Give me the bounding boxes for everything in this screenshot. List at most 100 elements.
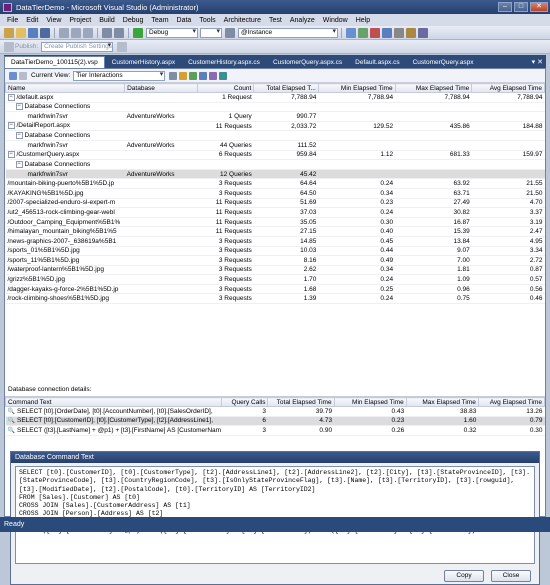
report-tool-icon-1[interactable]: [169, 71, 178, 80]
table-row[interactable]: − Database Connections: [5, 102, 545, 113]
table-row[interactable]: −/CustomerQuery.aspx 6 Requests 959.84 1.12…: [5, 150, 545, 161]
tab-5[interactable]: CustomerQuery.aspx: [407, 57, 480, 68]
menu-data[interactable]: Data: [173, 17, 196, 24]
new-project-icon[interactable]: [4, 27, 14, 38]
tab-2[interactable]: CustomerHistory.aspx.cs: [182, 57, 266, 68]
report-tool-icon-5[interactable]: [209, 71, 218, 80]
menu-view[interactable]: View: [42, 17, 65, 24]
table-row[interactable]: /2007-specialized-enduro-sl-expert-m 11 R…: [5, 198, 545, 209]
table-row[interactable]: /news-graphics-2007-_638619a%5B1 3 Reques…: [5, 236, 545, 247]
start-page-icon[interactable]: [394, 27, 404, 38]
table-row[interactable]: /dagger-kayaks-g-force-2%5B1%5D.jp 3 Requ…: [5, 284, 545, 295]
solution-explorer-icon[interactable]: [346, 27, 356, 38]
tab-overflow-icon[interactable]: ▾ ✕: [532, 57, 546, 68]
column-header[interactable]: Max Elapsed Time: [394, 83, 473, 93]
column-header[interactable]: Max Elapsed Time: [405, 397, 479, 407]
cut-icon[interactable]: [59, 27, 69, 38]
table-row[interactable]: markfrwin7svr AdventureWorks 1 Query 990.77: [5, 111, 545, 122]
current-view-select[interactable]: Tier Interactions: [73, 70, 166, 81]
column-header[interactable]: Count: [196, 83, 255, 93]
table-row[interactable]: 🔍 SELECT [t0].[CustomerID], [t0].[Custome…: [5, 416, 545, 426]
column-header[interactable]: Query Calls: [221, 397, 269, 407]
properties-icon[interactable]: [358, 27, 368, 38]
table-row[interactable]: /himalayan_mountain_biking%5B1%5 11 Reque…: [5, 226, 545, 237]
table-row[interactable]: /rock-climbing-shoes%5B1%5D.jpg 3 Request…: [5, 293, 545, 305]
maximize-button[interactable]: □: [514, 2, 528, 12]
menu-debug[interactable]: Debug: [119, 17, 148, 24]
table-row[interactable]: markfrwin7svr AdventureWorks 44 Queries 111…: [5, 140, 545, 151]
close-button[interactable]: Close: [491, 570, 531, 582]
table-row[interactable]: /Outdoor_Camping_Equipment%5B1% 11 Reques…: [5, 217, 545, 228]
collapse-toggle-icon[interactable]: −: [15, 160, 23, 168]
save-all-icon[interactable]: [40, 27, 50, 38]
table-row[interactable]: markfrwin7svr AdventureWorks 12 Queries 45.…: [5, 169, 545, 180]
table-row[interactable]: /grizz%5B1%5D.jpg 3 Requests 1.70 0.24 1.09 0…: [5, 274, 545, 285]
table-row[interactable]: 🔍 SELECT ([t3].[LastName] + @p1) + [t3].[…: [5, 425, 545, 436]
table-row[interactable]: /KAYAKING%5B1%5D.jpg 3 Requests 64.50 0.34 6…: [5, 188, 545, 199]
collapse-toggle-icon[interactable]: −: [7, 151, 15, 159]
menu-file[interactable]: File: [3, 17, 22, 24]
report-tool-icon-4[interactable]: [199, 71, 208, 80]
tab-4[interactable]: Default.aspx.cs: [349, 57, 405, 68]
collapse-toggle-icon[interactable]: −: [15, 132, 23, 140]
command-window-icon[interactable]: [418, 27, 428, 38]
toolbox-icon[interactable]: [370, 27, 380, 38]
forward-icon[interactable]: [19, 71, 27, 80]
menu-test[interactable]: Test: [265, 17, 286, 24]
solution-configuration-select[interactable]: Debug: [146, 27, 198, 38]
redo-icon[interactable]: [114, 27, 124, 38]
copy-button[interactable]: Copy: [444, 570, 484, 582]
open-file-icon[interactable]: [16, 27, 26, 38]
table-row[interactable]: − Database Connections: [5, 159, 545, 170]
find-icon[interactable]: [225, 27, 235, 38]
save-icon[interactable]: [28, 27, 38, 38]
menu-tools[interactable]: Tools: [195, 17, 219, 24]
column-header[interactable]: Min Elapsed Time: [333, 397, 407, 407]
extension-manager-icon[interactable]: [406, 27, 416, 38]
find-combo[interactable]: @Instance: [238, 27, 338, 38]
menu-project[interactable]: Project: [65, 17, 95, 24]
menu-team[interactable]: Team: [147, 17, 172, 24]
table-row[interactable]: −/default.aspx 1 Request 7,788.94 7,788.94 7…: [5, 92, 545, 103]
report-tool-icon-3[interactable]: [189, 71, 198, 80]
close-window-button[interactable]: ✕: [530, 2, 548, 12]
column-header[interactable]: Name: [5, 83, 126, 93]
collapse-toggle-icon[interactable]: −: [7, 122, 15, 130]
tab-1[interactable]: CustomerHistory.aspx: [106, 57, 181, 68]
column-header[interactable]: Total Elapsed Time: [267, 397, 335, 407]
table-row[interactable]: − Database Connections: [5, 130, 545, 141]
minimize-button[interactable]: ‒: [498, 2, 512, 12]
undo-icon[interactable]: [102, 27, 112, 38]
publish-settings-select[interactable]: Create Publish Settings: [41, 41, 114, 52]
table-row[interactable]: /sports_11%5B1%5D.jpg 3 Requests 8.16 0.49 7…: [5, 255, 545, 266]
back-icon[interactable]: [9, 71, 17, 80]
start-debugging-icon[interactable]: [133, 27, 143, 38]
menu-edit[interactable]: Edit: [22, 17, 42, 24]
collapse-toggle-icon[interactable]: −: [15, 103, 23, 111]
object-browser-icon[interactable]: [382, 27, 392, 38]
tab-3[interactable]: CustomerQuery.aspx.cs: [267, 57, 348, 68]
platform-select[interactable]: [200, 27, 222, 38]
command-text-box[interactable]: SELECT [t0].[CustomerID], [t0].[Customer…: [15, 466, 535, 564]
menu-window[interactable]: Window: [319, 17, 352, 24]
collapse-toggle-icon[interactable]: −: [7, 93, 15, 101]
publish-icon[interactable]: [117, 41, 128, 52]
table-row[interactable]: /mountain-biking-puerto%5B1%5D.jp 3 Reque…: [5, 178, 545, 189]
menu-help[interactable]: Help: [352, 17, 374, 24]
column-header[interactable]: Min Elapsed Time: [317, 83, 396, 93]
report-tool-icon-2[interactable]: [179, 71, 188, 80]
column-header[interactable]: Database: [124, 83, 198, 93]
report-tool-icon-6[interactable]: [219, 71, 228, 80]
copy-icon[interactable]: [71, 27, 81, 38]
menu-architecture[interactable]: Architecture: [220, 17, 265, 24]
table-row[interactable]: 🔍 SELECT [t0].[OrderDate], [t0].[AccountN…: [5, 406, 545, 417]
column-header[interactable]: Command Text: [4, 397, 223, 407]
table-row[interactable]: /waterproof-lantern%5B1%5D.jpg 3 Requests…: [5, 265, 545, 276]
paste-icon[interactable]: [83, 27, 93, 38]
table-row[interactable]: /ut2_456513-rock-climbing-gear-webl 11 Re…: [5, 207, 545, 218]
publish-web-icon[interactable]: [4, 41, 14, 52]
table-row[interactable]: /sports_01%5B1%5D.jpg 3 Requests 10.03 0.44…: [5, 246, 545, 257]
tab-0[interactable]: DataTierDemo_100115(2).vsp: [4, 56, 105, 68]
column-header[interactable]: Avg Elapsed Time: [471, 83, 545, 93]
column-header[interactable]: Avg Elapsed Time: [477, 397, 546, 407]
